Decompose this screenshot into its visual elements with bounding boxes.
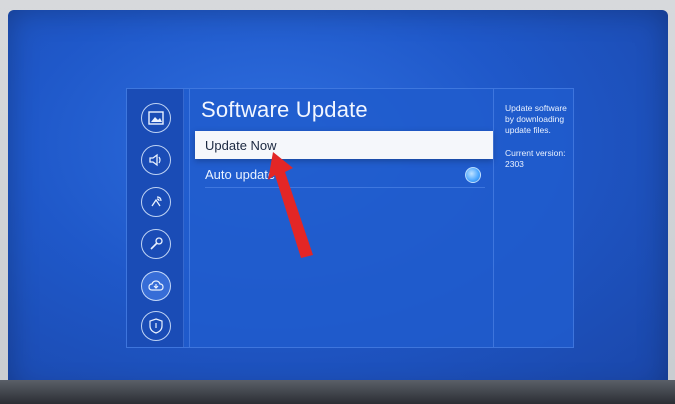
sound-icon[interactable] (141, 145, 171, 175)
row-divider (205, 187, 485, 188)
annotation-arrow (268, 152, 313, 258)
update-now-button[interactable]: Update Now (195, 131, 493, 159)
info-description: Update software by downloading update fi… (505, 103, 567, 135)
info-divider (493, 89, 494, 347)
cloud-update-icon[interactable] (141, 271, 171, 301)
tv-screen: Software Update Update Now Auto update U… (8, 10, 668, 394)
tv-bezel (0, 380, 675, 404)
picture-icon[interactable] (141, 103, 171, 133)
auto-update-item[interactable]: Auto update (195, 160, 493, 188)
broadcast-icon[interactable] (141, 187, 171, 217)
sidebar-divider (189, 89, 190, 347)
settings-sidebar (127, 89, 184, 347)
info-panel: Update software by downloading update fi… (505, 103, 569, 170)
auto-update-toggle[interactable] (465, 167, 481, 183)
settings-panel: Software Update Update Now Auto update U… (126, 88, 574, 348)
shield-icon[interactable] (141, 311, 171, 341)
page-title: Software Update (201, 97, 368, 122)
current-version: Current version: 2303 (505, 148, 566, 169)
wrench-icon[interactable] (141, 229, 171, 259)
